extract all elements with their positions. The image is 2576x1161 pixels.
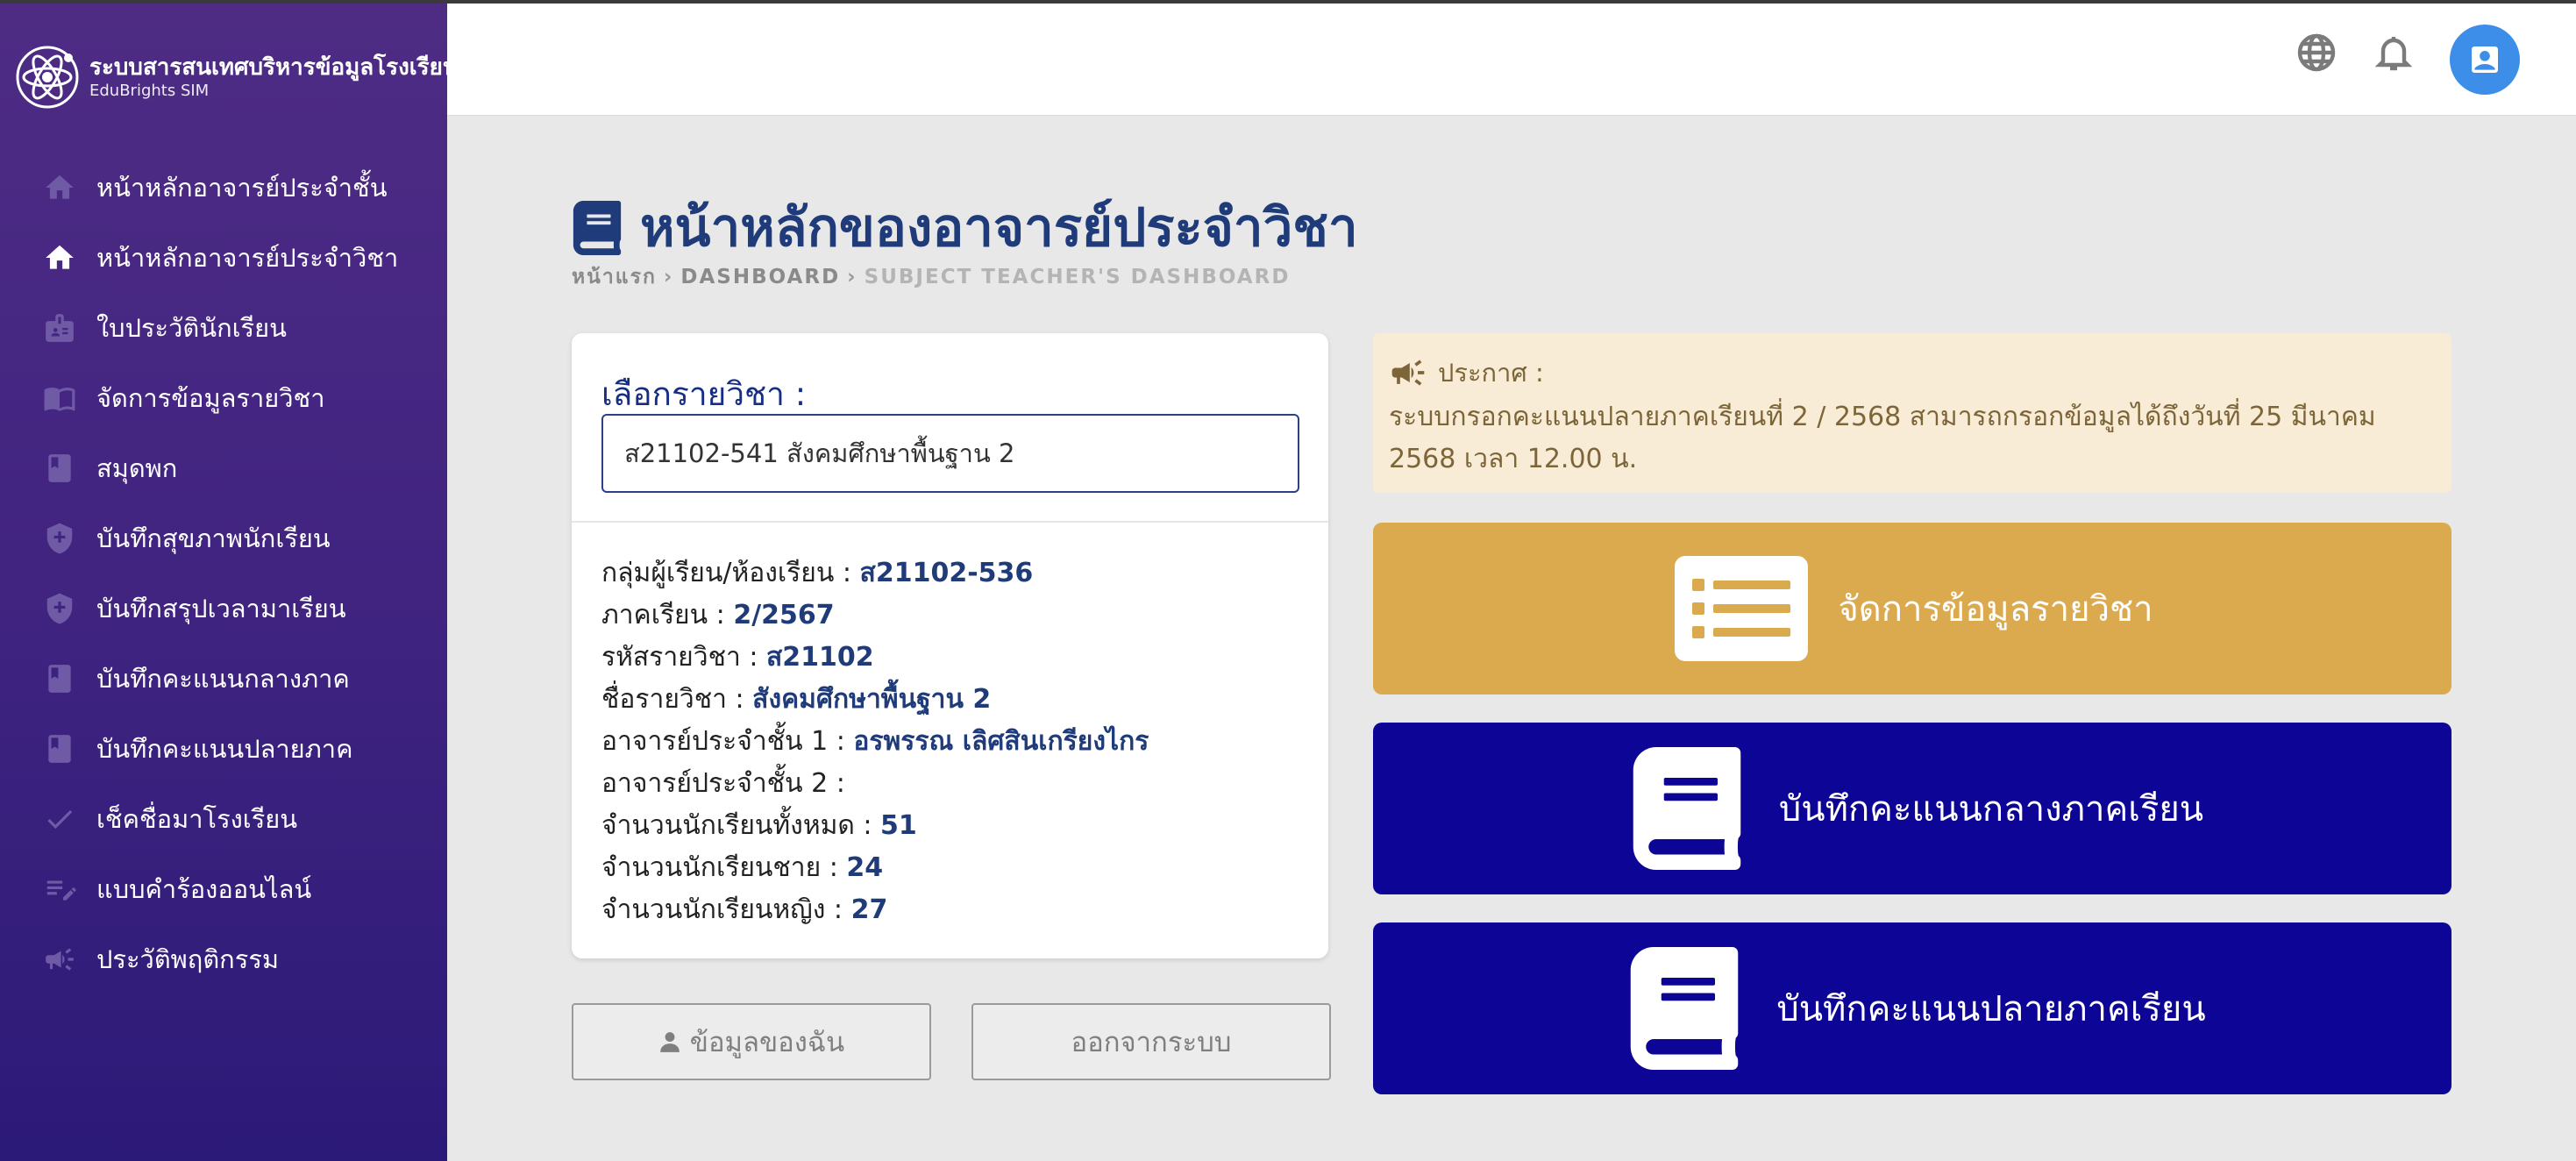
page-title-text: หน้าหลักของอาจารย์ประจำวิชา — [640, 197, 1358, 259]
info-row-class-group: กลุ่มผู้เรียน/ห้องเรียน : ส21102-536 — [601, 558, 1034, 588]
breadcrumb-separator: › — [663, 266, 674, 288]
midterm-score-entry-button[interactable]: บันทึกคะแนนกลางภาคเรียน — [1373, 723, 2451, 894]
breadcrumb-home[interactable]: หน้าแรก — [572, 266, 657, 288]
brand[interactable]: ระบบสารสนเทศบริหารข้อมูลโรงเรียน EduBrig… — [16, 46, 459, 109]
megaphone-icon — [42, 942, 77, 977]
brand-subtitle: EduBrights SIM — [89, 82, 210, 100]
sidebar-item-report-book[interactable]: สมุดพก — [0, 433, 447, 503]
sidebar-item-label: หน้าหลักอาจารย์ประจำวิชา — [96, 243, 399, 273]
sidebar-item-attendance-summary[interactable]: บันทึกสรุปเวลามาเรียน — [0, 573, 447, 644]
sidebar-item-label: แบบคำร้องออนไลน์ — [96, 874, 312, 904]
open-book-icon — [42, 381, 77, 416]
info-row-semester: ภาคเรียน : 2/2567 — [601, 600, 835, 630]
info-row-homeroom-teacher-1: อาจารย์ประจำชั้น 1 : อรพรรณ เลิศสินเกรีย… — [601, 726, 1149, 757]
book-icon — [42, 731, 77, 766]
sidebar: ระบบสารสนเทศบริหารข้อมูลโรงเรียน EduBrig… — [0, 4, 459, 1161]
info-row-female-students: จำนวนนักเรียนหญิง : 27 — [601, 894, 888, 925]
user-avatar-icon — [2472, 46, 2498, 73]
sidebar-item-student-profile[interactable]: ใบประวัตินักเรียน — [0, 293, 447, 363]
sidebar-item-subject-management[interactable]: จัดการข้อมูลรายวิชา — [0, 363, 447, 433]
sidebar-item-label: เช็คชื่อมาโรงเรียน — [96, 804, 298, 834]
subject-info-list: กลุ่มผู้เรียน/ห้องเรียน : ส21102-536 ภาค… — [601, 552, 1149, 931]
subject-select-section: เลือกรายวิชา : ส21102-541 สังคมศึกษาพื้น… — [572, 333, 1328, 523]
bell-icon[interactable] — [2367, 26, 2420, 79]
announcement-box: ประกาศ : ระบบกรอกคะแนนปลายภาคเรียนที่ 2 … — [1373, 333, 2451, 493]
breadcrumb-current: SUBJECT TEACHER'S DASHBOARD — [864, 266, 1291, 288]
sidebar-item-label: หน้าหลักอาจารย์ประจำชั้น — [96, 173, 388, 203]
announcement-heading: ประกาศ : — [1438, 358, 1544, 388]
sidebar-nav: หน้าหลักอาจารย์ประจำชั้น หน้าหลักอาจารย์… — [0, 153, 447, 994]
sidebar-item-subject-teacher-home[interactable]: หน้าหลักอาจารย์ประจำวิชา — [0, 223, 447, 293]
sidebar-item-health-record[interactable]: บันทึกสุขภาพนักเรียน — [0, 503, 447, 573]
atom-logo-icon — [16, 46, 79, 109]
subject-select-label: เลือกรายวิชา : — [601, 375, 807, 413]
logout-button-label: ออกจากระบบ — [1071, 1027, 1232, 1058]
sidebar-item-label: ใบประวัตินักเรียน — [96, 313, 287, 343]
book-icon — [42, 661, 77, 696]
sidebar-item-school-check-in[interactable]: เช็คชื่อมาโรงเรียน — [0, 784, 447, 854]
sidebar-item-final-scores[interactable]: บันทึกคะแนนปลายภาค — [0, 714, 447, 784]
sidebar-item-midterm-scores[interactable]: บันทึกคะแนนกลางภาค — [0, 644, 447, 714]
top-bar — [447, 4, 2576, 116]
info-row-subject-name: ชื่อรายวิชา : สังคมศึกษาพื้นฐาน 2 — [601, 684, 992, 715]
page-title: หน้าหลักของอาจารย์ประจำวิชา — [570, 186, 1358, 269]
subject-select-value: ส21102-541 สังคมศึกษาพื้นฐาน 2 — [624, 438, 1015, 468]
sidebar-item-label: ประวัติพฤติกรรม — [96, 944, 280, 974]
edit-list-icon — [42, 872, 77, 907]
breadcrumb-dashboard[interactable]: DASHBOARD — [680, 266, 840, 288]
shield-plus-icon — [42, 591, 77, 626]
brand-title: ระบบสารสนเทศบริหารข้อมูลโรงเรียน — [89, 54, 459, 81]
home-icon — [42, 170, 77, 205]
breadcrumb: หน้าแรก › DASHBOARD › SUBJECT TEACHER'S DASH… — [572, 261, 1290, 293]
info-row-subject-code: รหัสรายวิชา : ส21102 — [601, 642, 874, 673]
book-icon — [573, 200, 622, 255]
final-score-entry-button[interactable]: บันทึกคะแนนปลายภาคเรียน — [1373, 922, 2451, 1094]
info-row-homeroom-teacher-2: อาจารย์ประจำชั้น 2 : — [601, 768, 845, 799]
globe-icon[interactable] — [2290, 26, 2343, 79]
subject-select[interactable]: ส21102-541 สังคมศึกษาพื้นฐาน 2 — [601, 414, 1299, 493]
sidebar-item-behavior-history[interactable]: ประวัติพฤติกรรม — [0, 924, 447, 994]
id-badge-icon — [42, 310, 77, 345]
final-score-entry-label: บันทึกคะแนนปลายภาคเรียน — [1776, 989, 2206, 1029]
sidebar-item-label: บันทึกคะแนนกลางภาค — [96, 664, 350, 694]
sidebar-item-label: บันทึกสุขภาพนักเรียน — [96, 524, 331, 553]
home-icon — [42, 240, 77, 275]
list-icon — [1671, 552, 1811, 665]
sidebar-item-label: บันทึกสรุปเวลามาเรียน — [96, 594, 346, 623]
manage-subject-data-label: จัดการข้อมูลรายวิชา — [1838, 589, 2153, 630]
sidebar-item-online-request[interactable]: แบบคำร้องออนไลน์ — [0, 854, 447, 924]
check-icon — [42, 801, 77, 837]
info-row-total-students: จำนวนนักเรียนทั้งหมด : 51 — [601, 810, 917, 841]
sidebar-item-label: สมุดพก — [96, 453, 178, 483]
book-icon — [42, 451, 77, 486]
manage-subject-data-button[interactable]: จัดการข้อมูลรายวิชา — [1373, 523, 2451, 694]
book-icon — [1619, 947, 1750, 1070]
info-row-male-students: จำนวนนักเรียนชาย : 24 — [601, 852, 884, 883]
book-icon — [1621, 747, 1753, 870]
my-info-button[interactable]: ข้อมูลของฉัน — [572, 1003, 931, 1080]
sidebar-item-homeroom-teacher-home[interactable]: หน้าหลักอาจารย์ประจำชั้น — [0, 153, 447, 223]
logout-button[interactable]: ออกจากระบบ — [971, 1003, 1331, 1080]
my-info-button-label: ข้อมูลของฉัน — [689, 1027, 845, 1058]
user-avatar-button[interactable] — [2450, 25, 2520, 95]
user-icon — [659, 1032, 680, 1052]
sidebar-item-label: บันทึกคะแนนปลายภาค — [96, 734, 353, 764]
megaphone-icon — [1391, 360, 1425, 386]
shield-plus-icon — [42, 521, 77, 556]
announcement-text: ระบบกรอกคะแนนปลายภาคเรียนที่ 2 / 2568 สา… — [1389, 402, 2376, 474]
breadcrumb-separator: › — [847, 266, 857, 288]
sidebar-item-label: จัดการข้อมูลรายวิชา — [96, 383, 325, 413]
midterm-score-entry-label: บันทึกคะแนนกลางภาคเรียน — [1778, 789, 2204, 830]
subject-info-card: เลือกรายวิชา : ส21102-541 สังคมศึกษาพื้น… — [572, 333, 1328, 958]
